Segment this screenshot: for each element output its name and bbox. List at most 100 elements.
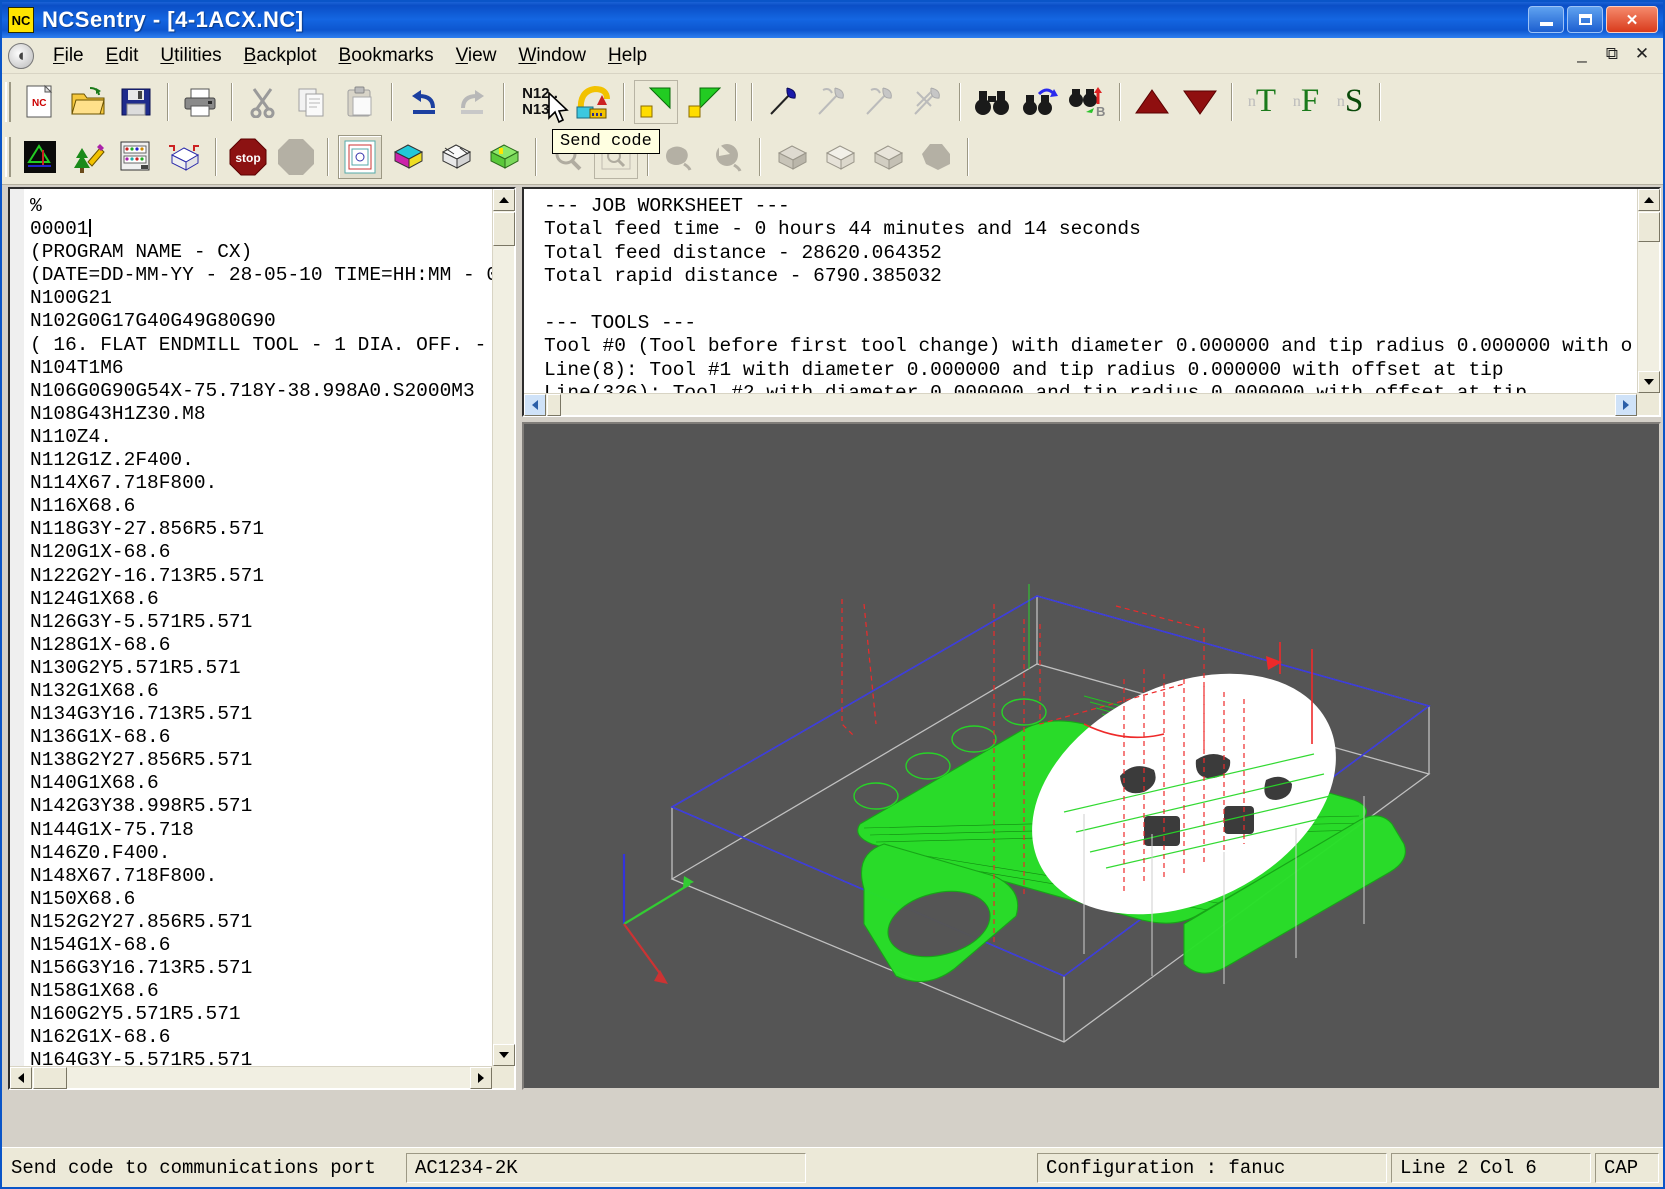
code-line[interactable]: N130G2Y5.571R5.571 (30, 657, 492, 680)
code-line[interactable]: N154G1X-68.6 (30, 934, 492, 957)
scroll-thumb[interactable] (1638, 212, 1660, 242)
clear-marker-1-icon[interactable] (810, 80, 854, 124)
mdi-close-button[interactable]: ✕ (1629, 42, 1655, 66)
scroll-right-button[interactable] (470, 1067, 492, 1089)
code-line[interactable]: N158G1X68.6 (30, 980, 492, 1003)
code-line[interactable]: N120G1X-68.6 (30, 541, 492, 564)
backplot-icon[interactable] (18, 135, 62, 179)
code-line[interactable]: N136G1X-68.6 (30, 726, 492, 749)
code-line[interactable]: N106G0G90G54X-75.718Y-38.998A0.S2000M3 (30, 380, 492, 403)
stop-sign-icon[interactable]: stop (226, 135, 270, 179)
solid-box-icon[interactable] (162, 135, 206, 179)
code-line[interactable]: % (30, 195, 492, 218)
mdi-minimize-button[interactable]: _ (1569, 42, 1595, 66)
drip-feed-icon[interactable] (570, 80, 614, 124)
scroll-thumb[interactable] (33, 1067, 67, 1089)
code-line[interactable]: N140G1X68.6 (30, 772, 492, 795)
view-iso-icon[interactable] (914, 135, 958, 179)
code-line[interactable]: N142G3Y38.998R5.571 (30, 795, 492, 818)
print-icon[interactable] (178, 80, 222, 124)
scroll-right-button[interactable] (1615, 394, 1637, 416)
job-worksheet-text[interactable]: --- JOB WORKSHEET ---Total feed time - 0… (524, 189, 1637, 393)
code-line[interactable]: N114X67.718F800. (30, 472, 492, 495)
editor-horizontal-scrollbar[interactable] (10, 1066, 492, 1088)
editor-vertical-scrollbar[interactable] (492, 189, 514, 1066)
goto-speed-icon[interactable]: n S (1330, 80, 1370, 124)
goto-tool-icon[interactable]: n T (1242, 80, 1282, 124)
code-line[interactable]: N164G3Y-5.571R5.571 (30, 1049, 492, 1066)
down-triangle-icon[interactable] (1178, 80, 1222, 124)
rotate-right-icon[interactable] (706, 135, 750, 179)
nc-code-text[interactable]: %00001(PROGRAM NAME - CX)(DATE=DD-MM-YY … (10, 189, 492, 1066)
code-line[interactable]: N110Z4. (30, 426, 492, 449)
menu-item-help[interactable]: Help (597, 42, 658, 70)
code-line[interactable]: N146Z0.F400. (30, 842, 492, 865)
menu-item-backplot[interactable]: Backplot (233, 42, 328, 70)
menu-item-file[interactable]: File (42, 42, 95, 70)
view-front-icon[interactable] (818, 135, 862, 179)
cut-scissors-icon[interactable] (242, 80, 286, 124)
toolbar-grip[interactable] (5, 137, 11, 177)
draw-tree-pencil-icon[interactable] (66, 135, 110, 179)
code-line[interactable]: N108G43H1Z30.M8 (30, 403, 492, 426)
code-line[interactable]: N100G21 (30, 287, 492, 310)
goto-feed-icon[interactable]: n F (1286, 80, 1326, 124)
scroll-thumb[interactable] (547, 394, 561, 416)
code-line[interactable]: N118G3Y-27.856R5.571 (30, 518, 492, 541)
code-line[interactable]: N102G0G17G40G49G80G90 (30, 310, 492, 333)
view-top-icon[interactable] (770, 135, 814, 179)
menu-item-utilities[interactable]: Utilities (149, 42, 232, 70)
clear-marker-2-icon[interactable] (858, 80, 902, 124)
open-folder-icon[interactable] (66, 80, 110, 124)
octagon-grey-icon[interactable] (274, 135, 318, 179)
find-next-icon[interactable] (1018, 80, 1062, 124)
save-disk-icon[interactable] (114, 80, 158, 124)
minimize-button[interactable] (1528, 6, 1564, 33)
code-line[interactable]: N152G2Y27.856R5.571 (30, 911, 492, 934)
code-line[interactable]: N150X68.6 (30, 888, 492, 911)
menu-item-bookmarks[interactable]: Bookmarks (328, 42, 445, 70)
copy-icon[interactable] (290, 80, 334, 124)
close-button[interactable]: ✕ (1606, 6, 1658, 33)
machine-panel-icon[interactable] (114, 135, 158, 179)
code-line[interactable]: N156G3Y16.713R5.571 (30, 957, 492, 980)
scroll-up-button[interactable] (1638, 189, 1660, 211)
job-worksheet-panel[interactable]: --- JOB WORKSHEET ---Total feed time - 0… (522, 187, 1661, 417)
code-line[interactable]: N122G2Y-16.713R5.571 (30, 565, 492, 588)
wireframe-box-icon[interactable] (434, 135, 478, 179)
green-box-icon[interactable] (482, 135, 526, 179)
code-line[interactable]: N124G1X68.6 (30, 588, 492, 611)
code-line[interactable]: (PROGRAM NAME - CX) (30, 241, 492, 264)
code-line[interactable]: ( 16. FLAT ENDMILL TOOL - 1 DIA. OFF. - … (30, 334, 492, 357)
code-line[interactable]: N134G3Y16.713R5.571 (30, 703, 492, 726)
iso-color-box-icon[interactable] (386, 135, 430, 179)
clear-all-markers-icon[interactable] (906, 80, 950, 124)
scroll-left-button[interactable] (524, 394, 546, 416)
code-line[interactable]: N116X68.6 (30, 495, 492, 518)
code-line[interactable]: (DATE=DD-MM-YY - 28-05-10 TIME=HH:MM - 0… (30, 264, 492, 287)
scroll-thumb[interactable] (493, 212, 515, 246)
toolbar-grip[interactable] (5, 82, 11, 122)
code-line[interactable]: N160G2Y5.571R5.571 (30, 1003, 492, 1026)
code-line[interactable]: N112G1Z.2F400. (30, 449, 492, 472)
code-line[interactable]: N128G1X-68.6 (30, 634, 492, 657)
document-icon[interactable]: ◖ (8, 43, 34, 69)
nc-code-editor-panel[interactable]: %00001(PROGRAM NAME - CX)(DATE=DD-MM-YY … (8, 187, 516, 1090)
redo-arrow-icon[interactable] (450, 80, 494, 124)
scroll-left-button[interactable] (10, 1067, 32, 1089)
view-side-icon[interactable] (866, 135, 910, 179)
send-code-icon[interactable] (634, 80, 678, 124)
up-triangle-icon[interactable] (1130, 80, 1174, 124)
code-line[interactable]: N126G3Y-5.571R5.571 (30, 611, 492, 634)
code-line[interactable]: 00001 (30, 218, 492, 241)
code-line[interactable]: N162G1X-68.6 (30, 1026, 492, 1049)
scroll-down-button[interactable] (493, 1044, 515, 1066)
scroll-down-button[interactable] (1638, 371, 1660, 393)
menu-item-view[interactable]: View (445, 42, 508, 70)
paste-clipboard-icon[interactable] (338, 80, 382, 124)
menu-item-window[interactable]: Window (507, 42, 597, 70)
undo-arrow-icon[interactable] (402, 80, 446, 124)
new-file-icon[interactable]: NC (18, 80, 62, 124)
find-bookmark-icon[interactable]: B (1066, 80, 1110, 124)
worksheet-vertical-scrollbar[interactable] (1637, 189, 1659, 393)
